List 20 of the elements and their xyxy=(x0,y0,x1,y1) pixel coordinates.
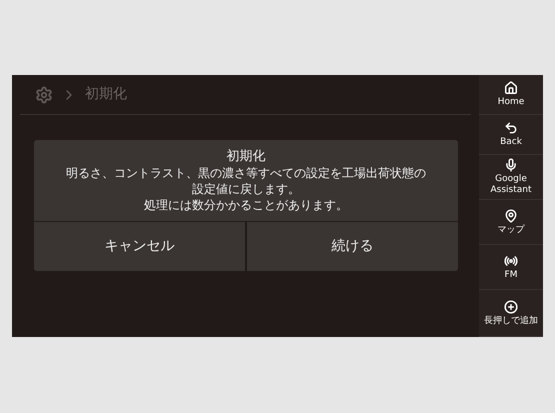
return-arrow-icon xyxy=(504,121,518,135)
settings-icon xyxy=(35,86,53,104)
dialog-title: 初期化 xyxy=(226,148,266,164)
dialog-button[interactable]: 続ける xyxy=(247,222,458,271)
dialog-button[interactable]: キャンセル xyxy=(34,222,245,271)
breadcrumb-title: 初期化 xyxy=(85,85,127,104)
dialog-message-line: 明るさ、コントラスト、黒の濃さ等すべての設定を工場出荷状態の xyxy=(66,164,426,180)
plus-circle-icon xyxy=(504,300,518,314)
sidebar-item[interactable]: マップ xyxy=(479,200,543,245)
sidebar-item[interactable]: Google Assistant xyxy=(479,155,543,200)
house-icon xyxy=(504,81,518,95)
microphone-icon xyxy=(504,158,518,172)
dialog-message-line: 処理には数分かかることがあります。 xyxy=(144,196,348,212)
sidebar-item[interactable]: FM xyxy=(479,245,543,290)
dialog-message-line: 設定値に戻します。 xyxy=(192,180,300,196)
sidebar-item[interactable]: 長押しで追加 xyxy=(479,290,543,337)
radio-icon xyxy=(504,254,518,268)
sidebar-item[interactable]: Home xyxy=(479,75,543,115)
sidebar-item[interactable]: Back xyxy=(479,115,543,155)
map-pin-icon xyxy=(504,208,518,222)
